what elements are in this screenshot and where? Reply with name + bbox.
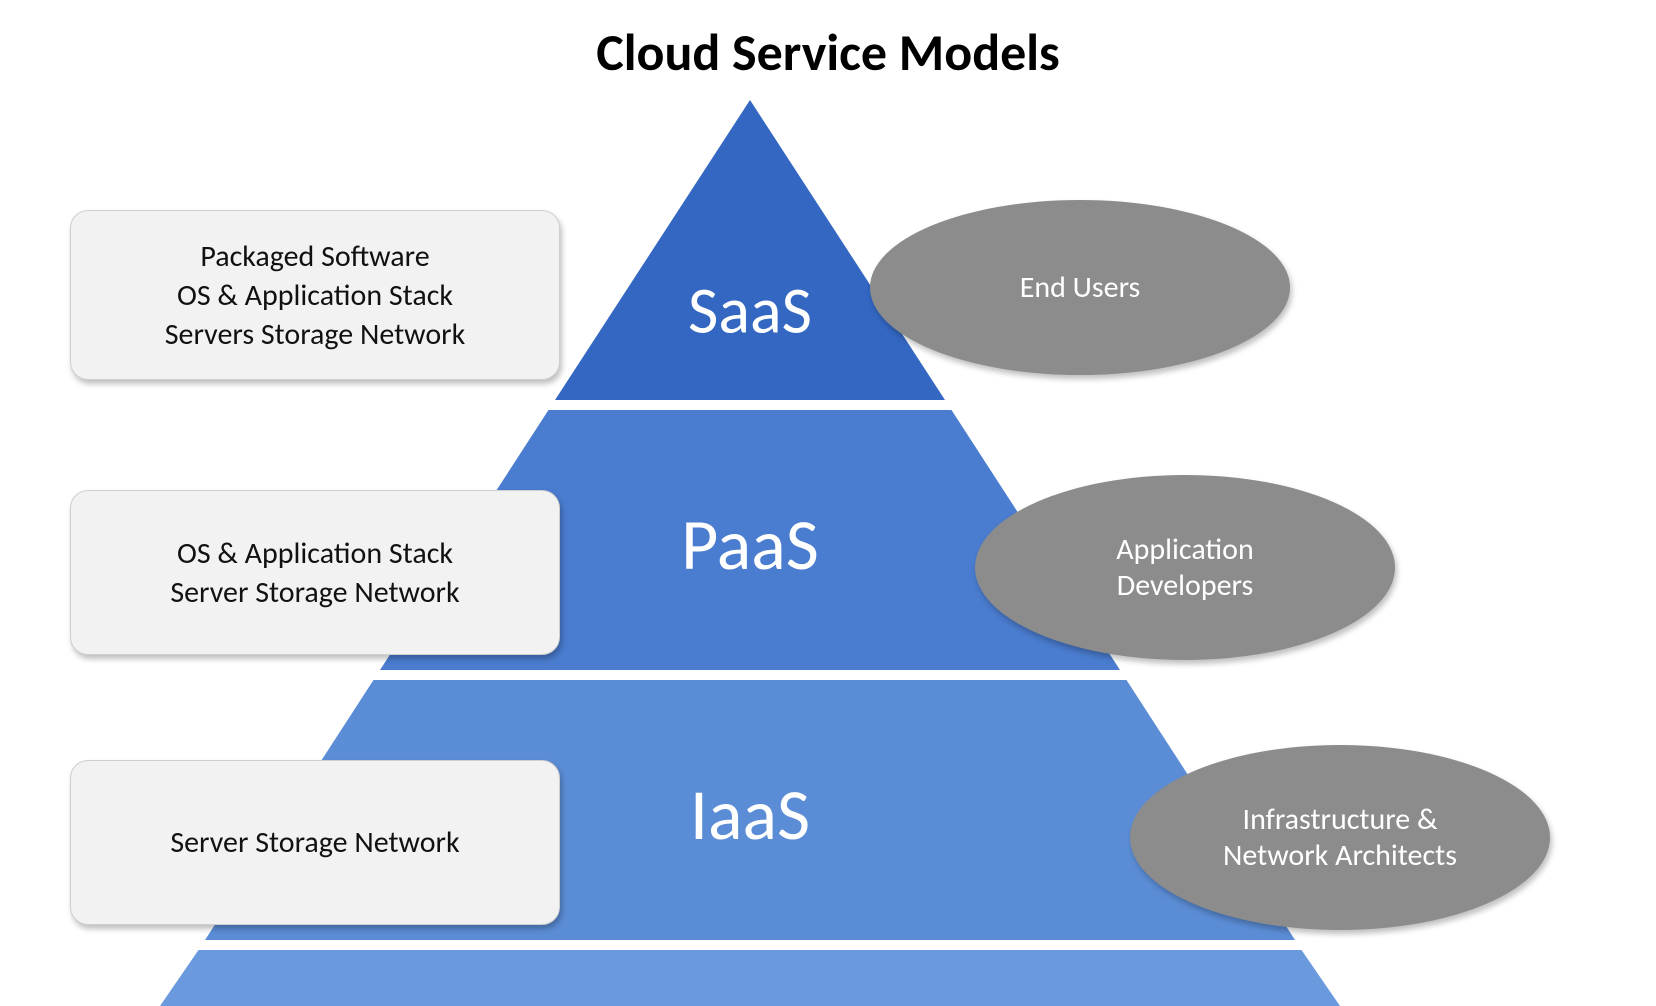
diagram-title: Cloud Service Models [0, 20, 1656, 84]
desc-line: Server Storage Network [170, 573, 459, 612]
desc-box-saas: Packaged Software OS & Application Stack… [70, 210, 560, 380]
audience-label: Infrastructure & Network Architects [1223, 802, 1457, 874]
desc-line: Servers Storage Network [165, 315, 466, 354]
audience-oval-paas: Application Developers [975, 475, 1395, 660]
tier-label-iaas: IaaS [690, 771, 810, 859]
pyramid-base-strip [160, 950, 1340, 1006]
desc-box-iaas: Server Storage Network [70, 760, 560, 925]
audience-label: Application Developers [1116, 532, 1253, 604]
audience-oval-iaas: Infrastructure & Network Architects [1130, 745, 1550, 930]
audience-label: End Users [1020, 270, 1141, 306]
desc-line: OS & Application Stack [177, 276, 453, 315]
desc-line: Packaged Software [200, 237, 429, 276]
tier-label-paas: PaaS [681, 501, 819, 589]
audience-oval-saas: End Users [870, 200, 1290, 375]
desc-line: OS & Application Stack [177, 534, 453, 573]
tier-label-saas: SaaS [688, 270, 812, 351]
pyramid-tier-saas [555, 100, 945, 400]
desc-box-paas: OS & Application Stack Server Storage Ne… [70, 490, 560, 655]
desc-line: Server Storage Network [170, 823, 459, 862]
